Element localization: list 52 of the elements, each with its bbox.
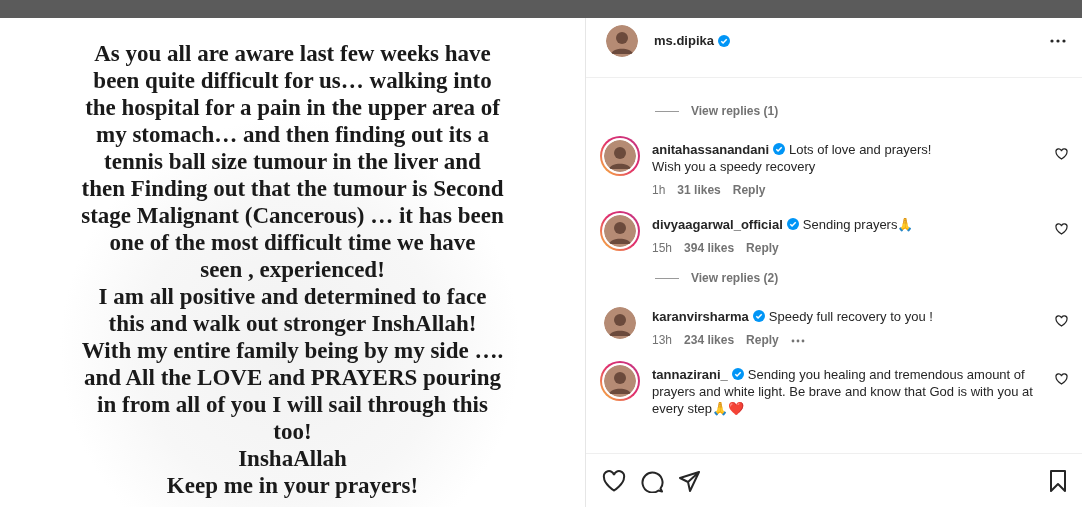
avatar xyxy=(604,365,636,397)
like-icon[interactable] xyxy=(1055,373,1068,385)
avatar xyxy=(604,215,636,247)
post-text-line: As you all are aware last few weeks have xyxy=(93,40,492,67)
post-text-line: InshaAllah xyxy=(237,445,348,472)
comment-text: anitahassanandani Lots of love and prayers! Wish you a speedy recovery xyxy=(652,141,933,175)
view-replies-link[interactable]: View replies (1) xyxy=(691,102,779,120)
comment-time: 15h xyxy=(652,240,673,257)
like-icon[interactable] xyxy=(602,469,626,492)
post-text-line: one of the most difficult time we have xyxy=(108,229,477,256)
comment-time: 1h xyxy=(652,182,666,199)
likes-count[interactable]: 234 likes xyxy=(684,332,735,349)
post-text-line: seen , experienced! xyxy=(199,256,386,283)
story-ring[interactable] xyxy=(600,361,640,401)
reply-link[interactable]: Reply xyxy=(746,332,779,349)
post-text-line: stage Malignant (Cancerous) … it has been xyxy=(80,202,505,229)
comment-username[interactable]: anitahassanandani xyxy=(652,142,770,157)
comment-icon[interactable] xyxy=(640,468,664,493)
comment-username[interactable]: divyaagarwal_official xyxy=(652,217,783,232)
comment-text: tannazirani_ Sending you healing and tremendous amount of prayers and white light. Be brave and know that God is with you at every step🙏❤ xyxy=(652,366,1034,417)
post-text-line: too! xyxy=(272,418,313,445)
username[interactable]: ms.dipika xyxy=(654,30,714,51)
post-text-line: tennis ball size tumour in the liver and xyxy=(103,148,482,175)
post-text-line: Keep me in your prayers! xyxy=(165,472,420,499)
post-text-line: I am all positive and determined to face xyxy=(97,283,488,310)
post-text-line: and All the LOVE and PRAYERS pouring xyxy=(82,364,503,391)
more-options-icon[interactable] xyxy=(1050,38,1066,43)
bookmark-icon[interactable] xyxy=(1048,468,1068,493)
post-text-line: the hospital for a pain in the upper area of xyxy=(84,94,501,121)
reply-link[interactable]: Reply xyxy=(732,182,766,199)
view-replies-link[interactable]: View replies (2) xyxy=(691,269,779,287)
post-text-line: in from all of you I will sail through this xyxy=(96,391,489,418)
comment-time: 13h xyxy=(652,332,673,349)
like-icon[interactable] xyxy=(1055,148,1068,160)
likes-count[interactable]: 31 likes xyxy=(677,182,721,199)
story-ring[interactable] xyxy=(600,211,640,251)
comment-text: karanvirsharma Speedy full recovery to you ! xyxy=(652,308,934,325)
story-ring[interactable] xyxy=(600,136,640,176)
comment-username[interactable]: karanvirsharma xyxy=(652,309,749,324)
post-text-line: this and walk out stronger InshAllah! xyxy=(107,310,478,337)
post-text-line: then Finding out that the tumour is Second xyxy=(80,175,505,202)
comment-text: divyaagarwal_official Sending prayers🙏 xyxy=(652,216,915,233)
share-icon[interactable] xyxy=(678,469,700,492)
comment-username[interactable]: tannazirani_ xyxy=(652,367,728,382)
likes-count[interactable]: 394 likes xyxy=(684,240,735,257)
avatar xyxy=(604,140,636,172)
post-text-line: With my entire family being by my side …. xyxy=(80,337,505,364)
like-icon[interactable] xyxy=(1055,315,1068,327)
like-icon[interactable] xyxy=(1055,223,1068,235)
post-text-line: my stomach… and then finding out its a xyxy=(95,121,490,148)
post-text-line: been quite difficult for us… walking into xyxy=(92,67,493,94)
reply-link[interactable]: Reply xyxy=(746,240,779,257)
